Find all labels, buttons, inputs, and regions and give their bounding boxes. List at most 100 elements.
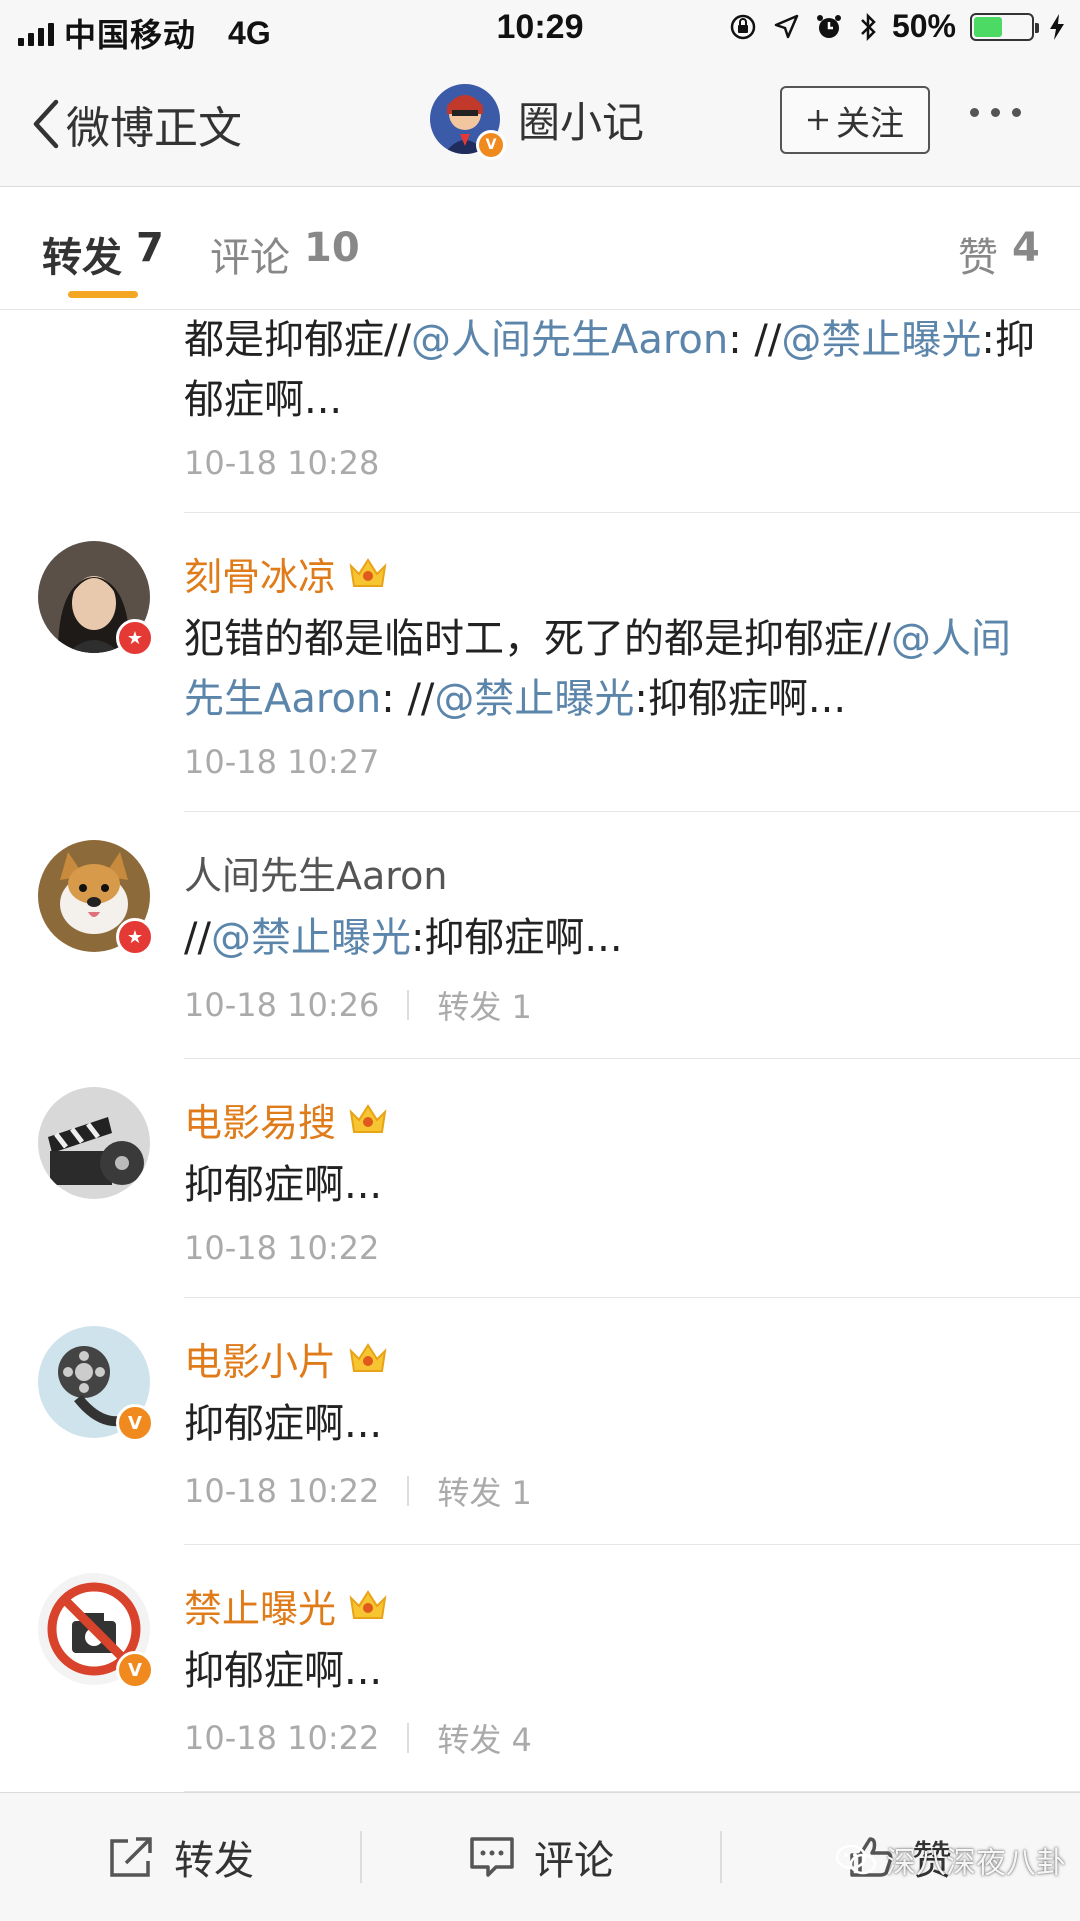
bluetooth-icon (861, 12, 876, 41)
more-dot-icon (991, 108, 1000, 117)
verified-badge-icon: V (116, 1404, 154, 1442)
content-text: 抑郁症啊... (184, 1401, 383, 1447)
mention-link[interactable]: @禁止曝光 (434, 676, 634, 722)
account-name: 圈小记 (518, 97, 645, 147)
verified-badge-icon: V (476, 130, 506, 160)
toolbar-divider (720, 1831, 722, 1883)
verified-badge-icon: ★ (116, 619, 154, 657)
mention-link[interactable]: @人间先生Aaron (411, 317, 728, 363)
content-text: 抑郁症啊... (184, 1648, 383, 1694)
more-options-button[interactable] (970, 108, 1021, 117)
repost-meta: 10-18 10:28 (184, 430, 1080, 512)
repost-meta: 10-18 10:22 (184, 1215, 1080, 1297)
timestamp: 10-18 10:22 (184, 1229, 380, 1267)
alarm-icon (816, 14, 841, 38)
status-bar: 中国移动 4G 10:29 50% (0, 0, 1080, 58)
follow-label: 关注 (836, 103, 904, 144)
repost-content: //@禁止曝光:抑郁症啊... (184, 908, 1080, 968)
plus-icon (808, 110, 828, 130)
repost-meta: 10-18 10:22 转发 1 (184, 1454, 1080, 1544)
repost-meta: 10-18 10:27 (184, 729, 1080, 811)
content-text: :抑郁症啊... (634, 676, 847, 722)
verified-badge-icon: ★ (116, 918, 154, 956)
navigation-bar: 微博正文 V 圈小记 关注 (0, 58, 1080, 187)
repost-list: 都是抑郁症//@人间先生Aaron: //@禁止曝光:抑郁症啊... 10-18… (0, 310, 1080, 1792)
crown-icon (349, 1104, 387, 1133)
crown-icon (349, 558, 387, 587)
tab-comment[interactable]: 评论 10 (210, 225, 360, 283)
repost-content: 抑郁症啊... (184, 1394, 1080, 1454)
list-item[interactable]: ★ 人间先生Aaron //@禁止曝光:抑郁症啊... 10-18 10:26 … (38, 812, 1080, 1059)
tab-like[interactable]: 赞 4 (958, 225, 1040, 283)
crown-icon (349, 1343, 387, 1372)
list-item[interactable]: 电影易搜 抑郁症啊... 10-18 10:22 (38, 1059, 1080, 1298)
orientation-lock-icon (730, 14, 756, 39)
tab-like-label: 赞 (958, 235, 998, 281)
list-item[interactable]: 都是抑郁症//@人间先生Aaron: //@禁止曝光:抑郁症啊... 10-18… (184, 310, 1080, 513)
crown-icon (349, 1590, 387, 1619)
location-icon (774, 14, 799, 38)
username[interactable]: 电影易搜 (184, 1092, 336, 1147)
timestamp: 10-18 10:27 (184, 743, 380, 781)
interaction-tabs: 转发 7 评论 10 赞 4 (0, 187, 1080, 310)
verified-badge-icon: V (116, 1651, 154, 1689)
list-item[interactable]: V 电影小片 抑郁症啊... 10-18 10:22 转发 1 (38, 1298, 1080, 1545)
timestamp: 10-18 10:26 (184, 986, 380, 1024)
charging-icon (1050, 13, 1064, 40)
timestamp: 10-18 10:22 (184, 1472, 380, 1510)
timestamp: 10-18 10:28 (184, 444, 380, 482)
back-button[interactable]: 微博正文 (30, 92, 242, 156)
repost-button-label: 转发 (174, 1838, 254, 1884)
battery-percent: 50% (891, 8, 956, 44)
repost-count: 转发 1 (437, 1474, 532, 1512)
content-text: : // (728, 317, 782, 363)
repost-count: 转发 4 (437, 1721, 532, 1759)
comment-button-label: 评论 (534, 1838, 614, 1884)
username[interactable]: 电影小片 (184, 1331, 336, 1386)
content-text: 抑郁症啊... (184, 1162, 383, 1208)
tab-like-count: 4 (1012, 225, 1040, 271)
tab-repost-label: 转发 (42, 235, 122, 281)
tab-repost-count: 7 (136, 225, 164, 271)
repost-content: 抑郁症啊... (184, 1641, 1080, 1701)
username[interactable]: 刻骨冰凉 (184, 546, 336, 601)
repost-meta: 10-18 10:26 转发 1 (184, 968, 1080, 1058)
more-dot-icon (970, 108, 979, 117)
repost-content: 抑郁症啊... (184, 1155, 1080, 1215)
content-text: 犯错的都是临时工，死了的都是抑郁症// (184, 616, 891, 662)
timestamp: 10-18 10:22 (184, 1719, 380, 1757)
content-text: // (184, 915, 211, 961)
repost-button[interactable]: 转发 (108, 1793, 254, 1921)
wechat-icon (835, 1844, 877, 1875)
username[interactable]: 人间先生Aaron (184, 845, 447, 900)
meta-divider (407, 990, 410, 1020)
active-tab-indicator (68, 291, 138, 298)
tab-comment-count: 10 (304, 225, 360, 271)
battery-icon (970, 12, 1039, 41)
follow-button[interactable]: 关注 (780, 86, 930, 154)
user-avatar[interactable] (38, 1087, 150, 1199)
watermark: 深八深夜八卦 (834, 1838, 1066, 1882)
list-item[interactable]: ★ 刻骨冰凉 犯错的都是临时工，死了的都是抑郁症//@人间先生Aaron: //… (38, 513, 1080, 812)
repost-content: 犯错的都是临时工，死了的都是抑郁症//@人间先生Aaron: //@禁止曝光:抑… (184, 609, 1080, 729)
content-text: 都是抑郁症// (184, 317, 411, 363)
list-item[interactable]: V 禁止曝光 抑郁症啊... 10-18 10:22 转发 4 (38, 1545, 1080, 1792)
account-header[interactable]: V 圈小记 (430, 84, 645, 160)
meta-divider (407, 1723, 410, 1753)
repost-content: 都是抑郁症//@人间先生Aaron: //@禁止曝光:抑郁症啊... (184, 310, 1080, 430)
username[interactable]: 禁止曝光 (184, 1578, 336, 1633)
back-label: 微博正文 (66, 103, 242, 154)
mention-link[interactable]: @禁止曝光 (211, 915, 411, 961)
mention-link[interactable]: @禁止曝光 (781, 317, 981, 363)
content-text: : // (381, 676, 435, 722)
tab-repost[interactable]: 转发 7 (42, 225, 164, 283)
toolbar-divider (360, 1831, 362, 1883)
repost-meta: 10-18 10:22 转发 4 (184, 1701, 1080, 1791)
comment-icon (470, 1837, 514, 1877)
chevron-left-icon (33, 99, 59, 149)
more-dot-icon (1012, 108, 1021, 117)
comment-button[interactable]: 评论 (468, 1793, 614, 1921)
repost-count: 转发 1 (437, 988, 532, 1026)
share-icon (110, 1837, 152, 1877)
watermark-text: 深八深夜八卦 (886, 1846, 1066, 1881)
